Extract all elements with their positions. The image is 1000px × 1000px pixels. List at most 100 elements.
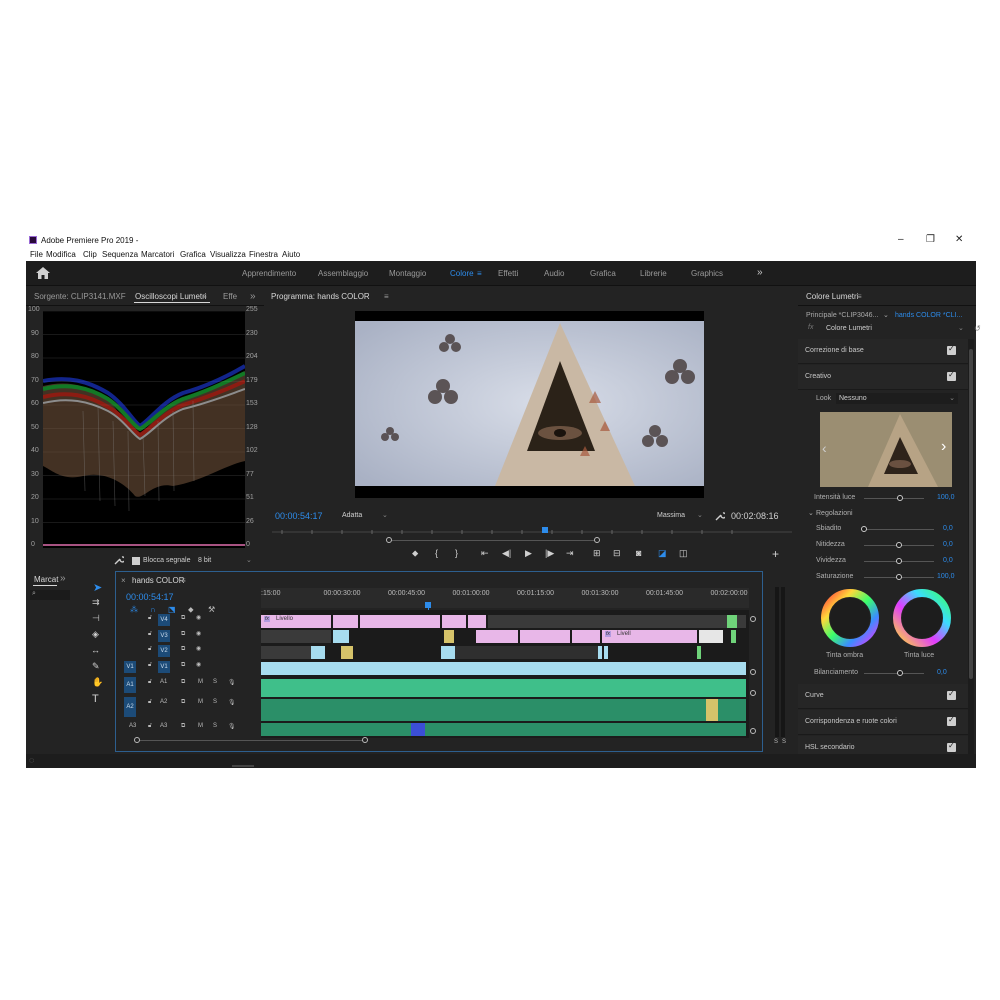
mute-button[interactable]: M [198,723,203,729]
tab-source[interactable]: Sorgente: CLIP3141.MXF [34,292,126,301]
menu-marcatori[interactable]: Marcatori [141,250,174,259]
bit-depth-chevron-icon[interactable]: ⌄ [246,556,252,564]
close-icon[interactable]: ✕ [955,234,963,245]
shadow-tint-wheel[interactable] [819,587,881,649]
step-forward-icon[interactable]: |▶ [545,548,554,559]
go-to-in-icon[interactable]: ⇤ [481,548,489,559]
a1-clip[interactable] [261,679,746,697]
track-eye-icon[interactable]: ◉ [196,645,201,652]
mute-button[interactable]: M [198,679,203,685]
source-patch-a3[interactable]: A3 [129,723,136,729]
menu-file[interactable]: File [30,250,43,259]
program-current-time[interactable]: 00:00:54:17 [275,511,323,521]
lumetri-menu-icon[interactable]: ≡ [857,292,862,301]
sequence-clip-tab[interactable]: hands COLOR *CLI... [895,312,962,319]
track-output-icon[interactable]: ⧉ [181,662,185,669]
step-back-icon[interactable]: ◀| [502,548,511,559]
previous-look-icon[interactable]: ‹ [822,440,827,456]
v4-clip[interactable] [442,615,466,628]
v3-clip[interactable] [520,630,570,643]
workspace-assemblaggio[interactable]: Assemblaggio [318,269,368,278]
solo-button[interactable]: S [213,679,217,685]
lift-icon[interactable]: ⊞ [593,548,601,559]
workspace-colore[interactable]: Colore [450,269,474,278]
solo-left-button[interactable]: S [774,739,778,745]
v3-clip[interactable] [731,630,736,643]
slip-tool-icon[interactable]: ↔ [91,645,100,655]
status-grip[interactable] [232,765,254,767]
v4-clip[interactable] [468,615,486,628]
track-select-tool-icon[interactable]: ⇉ [92,597,100,608]
timeline-current-time[interactable]: 00:00:54:17 [126,592,174,602]
program-time-ruler[interactable] [272,527,792,537]
close-sequence-icon[interactable]: × [121,576,126,585]
v3-clip[interactable] [699,630,723,643]
menu-finestra[interactable]: Finestra [249,250,278,259]
creative-enable-checkbox[interactable] [947,370,956,381]
settings-wrench-icon[interactable] [715,511,725,521]
v2-clip[interactable] [441,646,455,659]
v4-clip[interactable] [360,615,440,628]
adjustment-slider-knob[interactable] [896,574,902,580]
v1-clip[interactable] [261,662,746,675]
section-basic-correction[interactable]: Correzione di base [798,339,968,364]
linked-selection-icon[interactable]: ⬔ [168,605,176,614]
workspace-librerie[interactable]: Librerie [640,269,667,278]
solo-button[interactable]: S [213,723,217,729]
v4-clip[interactable]: fx Livello [261,615,331,628]
timeline-zoom-right-handle[interactable] [362,737,368,743]
track-eye-icon[interactable]: ◉ [196,661,201,668]
menu-sequenza[interactable]: Sequenza [102,250,138,259]
tab-menu-icon[interactable]: ≡ [202,292,207,301]
track-target-button[interactable]: V1 [158,660,170,673]
adjustment-slider-track[interactable] [864,529,934,530]
ripple-edit-tool-icon[interactable]: ⊣ [92,613,100,624]
comparison-view-icon[interactable]: ◪ [658,548,667,559]
timeline-zoom-bar[interactable] [137,740,365,741]
voice-over-icon[interactable]: 🎙︎ [228,699,236,706]
track-lock-icon[interactable]: 🔓︎ [148,662,152,669]
quality-select[interactable]: Massima [657,512,685,519]
menu-grafica[interactable]: Grafica [180,250,206,259]
track-lock-icon[interactable]: 🔓︎ [148,646,152,653]
vertical-scroll-handle-top[interactable] [750,616,756,622]
highlight-tint-wheel[interactable] [891,587,953,649]
workspace-apprendimento[interactable]: Apprendimento [242,269,296,278]
vertical-scroll-handle-mid[interactable] [750,669,756,675]
solo-right-button[interactable]: S [782,739,786,745]
intensity-slider-track[interactable] [864,498,924,499]
v2-gap[interactable] [261,646,311,659]
track-output-icon[interactable]: ⧉ [181,679,185,686]
v3-clip[interactable] [444,630,454,643]
balance-value[interactable]: 0,0 [937,669,947,676]
zoom-handle-right[interactable] [594,537,600,543]
v2-clip[interactable] [311,646,325,659]
v2-clip[interactable] [697,646,701,659]
effect-select[interactable]: Colore Lumetri [826,325,872,332]
next-look-icon[interactable]: › [941,438,946,456]
markers-search-input[interactable]: ⌕ [30,590,70,600]
home-icon[interactable] [36,267,50,279]
timeline-settings-icon[interactable]: ⚒ [208,605,215,614]
v2-gap[interactable] [455,646,598,659]
track-lock-icon[interactable]: 🔓︎ [148,679,152,686]
quality-chevron-icon[interactable]: ⌄ [697,511,703,519]
v2-clip[interactable] [598,646,602,659]
solo-button[interactable]: S [213,699,217,705]
track-lock-icon[interactable]: 🔓︎ [148,723,152,730]
zoom-bar[interactable] [392,540,594,541]
balance-slider-track[interactable] [864,673,924,674]
toggle-proxies-icon[interactable]: ◫ [679,548,688,559]
timeline-ruler[interactable]: :15:00 00:00:30:00 00:00:45:00 00:01:00:00 0… [261,588,749,608]
master-chevron-icon[interactable]: ⌄ [883,311,889,319]
adjustment-slider-value[interactable]: 0,0 [943,557,953,564]
track-target-button[interactable]: V4 [158,614,170,626]
selection-tool-icon[interactable]: ➤ [93,581,102,594]
clamp-signal-checkbox[interactable] [132,557,140,565]
a3-clip[interactable] [411,723,425,736]
balance-slider-knob[interactable] [897,670,903,676]
lumetri-scrollbar[interactable] [968,339,974,764]
a2-clip[interactable] [706,699,718,721]
snap-icon[interactable]: ∩ [150,605,156,614]
tab-sequence[interactable]: hands COLOR [132,576,184,585]
